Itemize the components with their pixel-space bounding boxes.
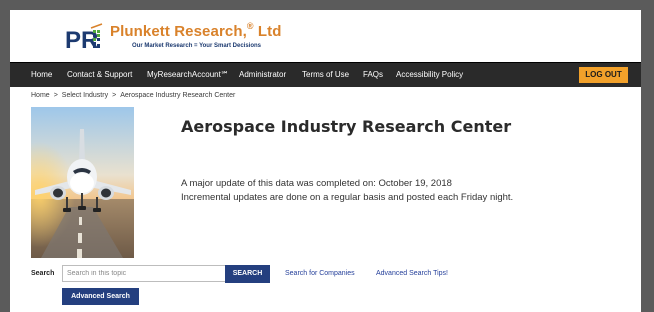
airplane-photo-icon [31,107,134,258]
breadcrumb-home[interactable]: Home [31,92,50,99]
advanced-search-button[interactable]: Advanced Search [62,288,139,305]
search-button[interactable]: SEARCH [225,265,270,283]
breadcrumb-separator: > [112,92,117,99]
main-nav: Home Contact & Support MyResearchAccount… [10,62,641,87]
page-title: Aerospace Industry Research Center [181,117,512,136]
breadcrumb-select-industry[interactable]: Select Industry [62,92,108,99]
search-input[interactable] [62,265,226,282]
nav-accessibility-policy[interactable]: Accessibility Policy [396,70,463,79]
advanced-search-tips-link[interactable]: Advanced Search Tips! [376,270,448,277]
logout-button[interactable]: LOG OUT [579,67,628,83]
registered-mark: ® [246,21,254,31]
breadcrumb-current: Aerospace Industry Research Center [120,92,236,99]
search-companies-link[interactable]: Search for Companies [285,270,355,277]
breadcrumb-separator: > [53,92,58,99]
plunkett-logo-icon: PR [65,23,103,54]
update-schedule-text: Incremental updates are done on a regula… [181,192,514,203]
nav-home[interactable]: Home [31,70,52,79]
nav-administrator[interactable]: Administrator [239,70,286,79]
nav-faqs[interactable]: FAQs [363,70,383,79]
search-label: Search [31,270,55,277]
brand-tagline: Our Market Research = Your Smart Decisio… [132,43,261,49]
nav-contact-support[interactable]: Contact & Support [67,70,132,79]
nav-myresearchaccount[interactable]: MyResearchAccount℠ [147,70,229,79]
brand-name: Plunkett Research,® Ltd [110,21,282,40]
update-date-text: A major update of this data was complete… [181,178,452,189]
hero-image [31,107,134,258]
page-frame: PR Plunkett Research,® Ltd Our Market Re… [10,10,641,312]
breadcrumb: Home > Select Industry > Aerospace Industry … [31,92,235,99]
nav-terms-of-use[interactable]: Terms of Use [302,70,349,79]
